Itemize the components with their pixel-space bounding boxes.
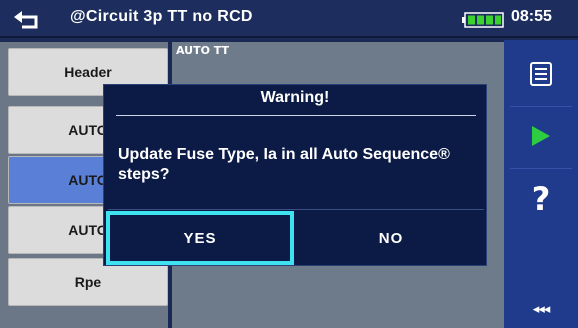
page-title: @Circuit 3p TT no RCD [70,8,253,25]
list-item-label: Header [64,64,112,80]
sidebar: ? ◂◂◂ [504,40,578,328]
list-button[interactable] [504,46,578,102]
battery-full-icon [462,12,504,28]
list-item-label: AUTO [68,122,108,138]
list-item-label: AUTO [68,172,108,188]
list-item-label: Rpe [74,274,102,290]
dialog-title: Warning! [260,89,330,106]
return-arrow-icon[interactable] [14,8,42,30]
back-button[interactable]: ◂◂◂ [504,292,578,326]
list-icon [530,62,552,86]
clock: 08:55 [511,8,552,25]
list-item-label: AUTO [68,222,108,238]
help-button[interactable]: ? [504,170,578,228]
play-icon [532,126,550,146]
warning-dialog: Warning! Update Fuse Type, Ia in all Aut… [103,84,487,266]
sidebar-divider [510,106,572,107]
dialog-divider [108,209,484,210]
sidebar-divider [510,168,572,169]
start-button[interactable] [504,108,578,164]
yes-button[interactable]: YES [106,211,294,265]
help-icon: ? [531,180,551,218]
top-bar: @Circuit 3p TT no RCD 08:55 [0,0,578,38]
dialog-divider [116,115,476,116]
back-arrows-icon: ◂◂◂ [532,301,551,317]
no-button[interactable]: NO [298,211,484,265]
dialog-message: Update Fuse Type, Ia in all Auto Sequenc… [118,146,450,183]
detail-label: AUTO TT [176,44,230,57]
